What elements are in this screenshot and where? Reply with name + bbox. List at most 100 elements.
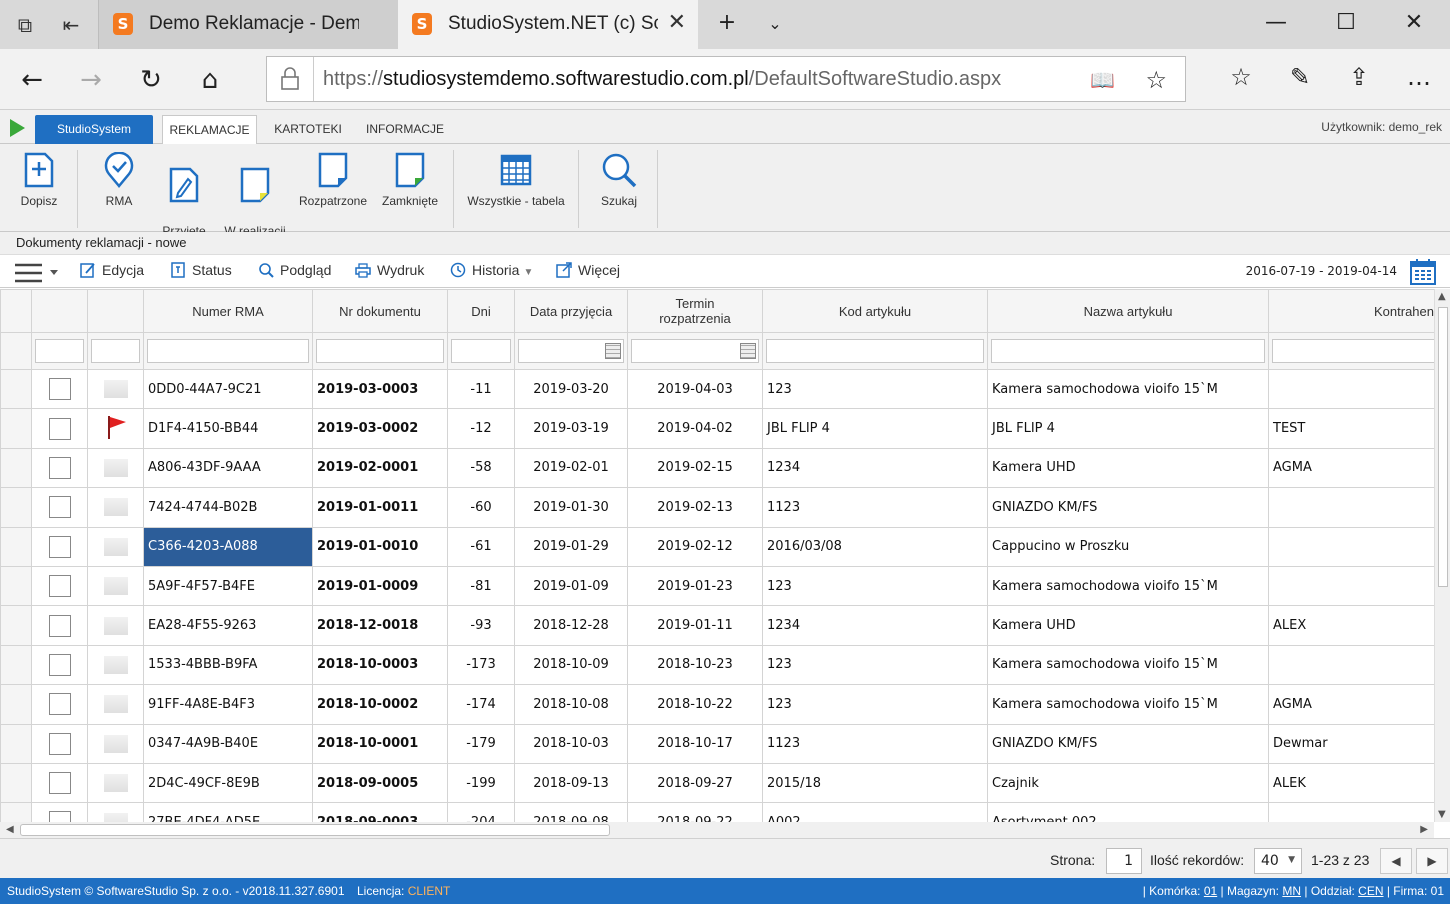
date-range-button[interactable] <box>1410 259 1436 289</box>
contractor-cell[interactable] <box>1268 526 1434 567</box>
prev-page-button[interactable]: ◀ <box>1380 848 1412 874</box>
due-date-cell[interactable]: 2018-10-22 <box>627 684 763 725</box>
filter-input[interactable] <box>766 339 984 363</box>
article-name-cell[interactable]: Kamera UHD <box>987 447 1269 489</box>
date-filter-input[interactable] <box>518 339 624 363</box>
received-date-cell[interactable]: 2019-01-09 <box>514 565 628 607</box>
document-number-cell[interactable]: 2019-01-0009 <box>312 565 448 607</box>
ribbon-add-button[interactable]: Dopisz <box>14 152 64 209</box>
chevron-down-icon[interactable]: ⌄ <box>755 14 795 33</box>
pen-notes-icon[interactable]: ✎ <box>1283 63 1317 91</box>
select-cell[interactable] <box>31 802 88 822</box>
select-cell[interactable] <box>31 526 88 567</box>
preview-button[interactable]: Podgląd <box>258 262 331 278</box>
table-row[interactable]: 2D4C-49CF-8E9B 2018-09-0005 -199 2018-09-13… <box>0 762 1434 804</box>
article-code-cell[interactable]: 123 <box>762 644 988 686</box>
rma-cell[interactable]: 1533-4BBB-B9FA <box>143 644 313 686</box>
document-number-cell[interactable]: 2018-10-0001 <box>312 723 448 764</box>
article-code-cell[interactable]: 1123 <box>762 487 988 528</box>
browser-tab-studiosystem[interactable]: S StudioSystem.NET (c) Sc ✕ <box>398 0 698 49</box>
article-code-cell[interactable]: 1234 <box>762 447 988 489</box>
table-row[interactable]: 91FF-4A8E-B4F3 2018-10-0002 -174 2018-10-08… <box>0 684 1434 725</box>
table-row[interactable]: D1F4-4150-BB44 2019-03-0002 -12 2019-03-19 2… <box>0 408 1434 449</box>
browser-tab-demo-reklamacje[interactable]: S Demo Reklamacje - Demo o <box>98 0 398 49</box>
days-cell[interactable]: -199 <box>447 762 515 804</box>
row-checkbox[interactable] <box>48 535 71 558</box>
contractor-cell[interactable]: ALEK <box>1268 762 1434 804</box>
received-date-cell[interactable]: 2018-10-09 <box>514 644 628 686</box>
column-header[interactable]: Dni <box>447 289 515 333</box>
status-button[interactable]: Status <box>170 262 232 278</box>
due-date-cell[interactable]: 2019-01-11 <box>627 605 763 646</box>
rma-cell[interactable]: 2D4C-49CF-8E9B <box>143 762 313 804</box>
contractor-cell[interactable]: ALEX <box>1268 605 1434 646</box>
column-header[interactable]: Kontrahent <box>1268 289 1434 333</box>
days-cell[interactable]: -58 <box>447 447 515 489</box>
reading-view-icon[interactable]: 📖 <box>1090 68 1115 92</box>
tab-studiosystem[interactable]: StudioSystem <box>35 115 153 145</box>
filter-input[interactable] <box>316 339 444 363</box>
column-header[interactable]: Termin rozpatrzenia <box>627 289 763 333</box>
article-name-cell[interactable]: GNIAZDO KM/FS <box>987 723 1269 764</box>
article-code-cell[interactable]: 1234 <box>762 605 988 646</box>
select-cell[interactable] <box>31 368 88 410</box>
column-header[interactable]: Nazwa artykułu <box>987 289 1269 333</box>
row-checkbox[interactable] <box>48 456 71 479</box>
back-icon[interactable]: ← <box>15 63 49 97</box>
print-button[interactable]: Wydruk <box>355 262 424 278</box>
received-date-cell[interactable]: 2019-01-29 <box>514 526 628 567</box>
due-date-cell[interactable]: 2019-04-02 <box>627 408 763 449</box>
table-row[interactable]: 0DD0-44A7-9C21 2019-03-0003 -11 2019-03-20 2… <box>0 368 1434 410</box>
tab-reklamacje[interactable]: REKLAMACJE <box>162 115 257 145</box>
history-button[interactable]: Historia ▼ <box>450 262 533 278</box>
due-date-cell[interactable]: 2019-02-12 <box>627 526 763 567</box>
select-cell[interactable] <box>31 447 88 489</box>
column-header[interactable]: Data przyjęcia <box>514 289 628 333</box>
due-date-cell[interactable]: 2018-10-23 <box>627 644 763 686</box>
due-date-cell[interactable]: 2019-02-15 <box>627 447 763 489</box>
scroll-thumb[interactable] <box>20 824 610 836</box>
document-number-cell[interactable]: 2018-12-0018 <box>312 605 448 646</box>
contractor-cell[interactable]: Dewmar <box>1268 723 1434 764</box>
article-name-cell[interactable]: Asortyment 002 <box>987 802 1269 822</box>
article-name-cell[interactable]: JBL FLIP 4 <box>987 408 1269 449</box>
row-checkbox[interactable] <box>48 378 71 401</box>
column-header-flag[interactable] <box>87 289 144 333</box>
received-date-cell[interactable]: 2019-01-30 <box>514 487 628 528</box>
select-cell[interactable] <box>31 684 88 725</box>
calendar-icon[interactable] <box>605 343 621 359</box>
grid-menu-button[interactable] <box>14 262 58 287</box>
select-cell[interactable] <box>31 565 88 607</box>
due-date-cell[interactable]: 2018-09-27 <box>627 762 763 804</box>
article-code-cell[interactable]: 123 <box>762 684 988 725</box>
received-date-cell[interactable]: 2018-09-08 <box>514 802 628 822</box>
row-checkbox[interactable] <box>48 811 71 822</box>
tab-manager-icon[interactable]: ⧉ <box>12 12 38 38</box>
column-header[interactable]: Numer RMA <box>143 289 313 333</box>
page-input[interactable]: 1 <box>1106 848 1142 874</box>
next-page-button[interactable]: ▶ <box>1416 848 1448 874</box>
select-cell[interactable] <box>31 644 88 686</box>
warehouse-link[interactable]: MN <box>1282 884 1301 898</box>
row-checkbox[interactable] <box>48 496 71 519</box>
url-field[interactable]: https://studiosystemdemo.softwarestudio.… <box>266 56 1186 102</box>
column-header-select[interactable] <box>31 289 88 333</box>
days-cell[interactable]: -173 <box>447 644 515 686</box>
cell-link[interactable]: 01 <box>1204 884 1217 898</box>
filter-input[interactable] <box>147 339 309 363</box>
row-checkbox[interactable] <box>48 693 71 716</box>
more-options-icon[interactable]: … <box>1402 63 1436 91</box>
document-number-cell[interactable]: 2019-02-0001 <box>312 447 448 489</box>
rma-cell[interactable]: 0347-4A9B-B40E <box>143 723 313 764</box>
select-cell[interactable] <box>31 605 88 646</box>
rma-cell[interactable]: C366-4203-A088 <box>143 526 313 567</box>
rma-cell[interactable]: 7424-4744-B02B <box>143 487 313 528</box>
days-cell[interactable]: -12 <box>447 408 515 449</box>
horizontal-scrollbar[interactable]: ◀ ▶ <box>0 822 1434 838</box>
row-checkbox[interactable] <box>48 417 71 440</box>
ribbon-search-button[interactable]: Szukaj <box>594 152 644 209</box>
ribbon-all-table-button[interactable]: Wszystkie - tabela <box>466 152 566 209</box>
home-icon[interactable]: ⌂ <box>193 63 227 97</box>
filter-input[interactable] <box>91 339 140 363</box>
days-cell[interactable]: -11 <box>447 368 515 410</box>
